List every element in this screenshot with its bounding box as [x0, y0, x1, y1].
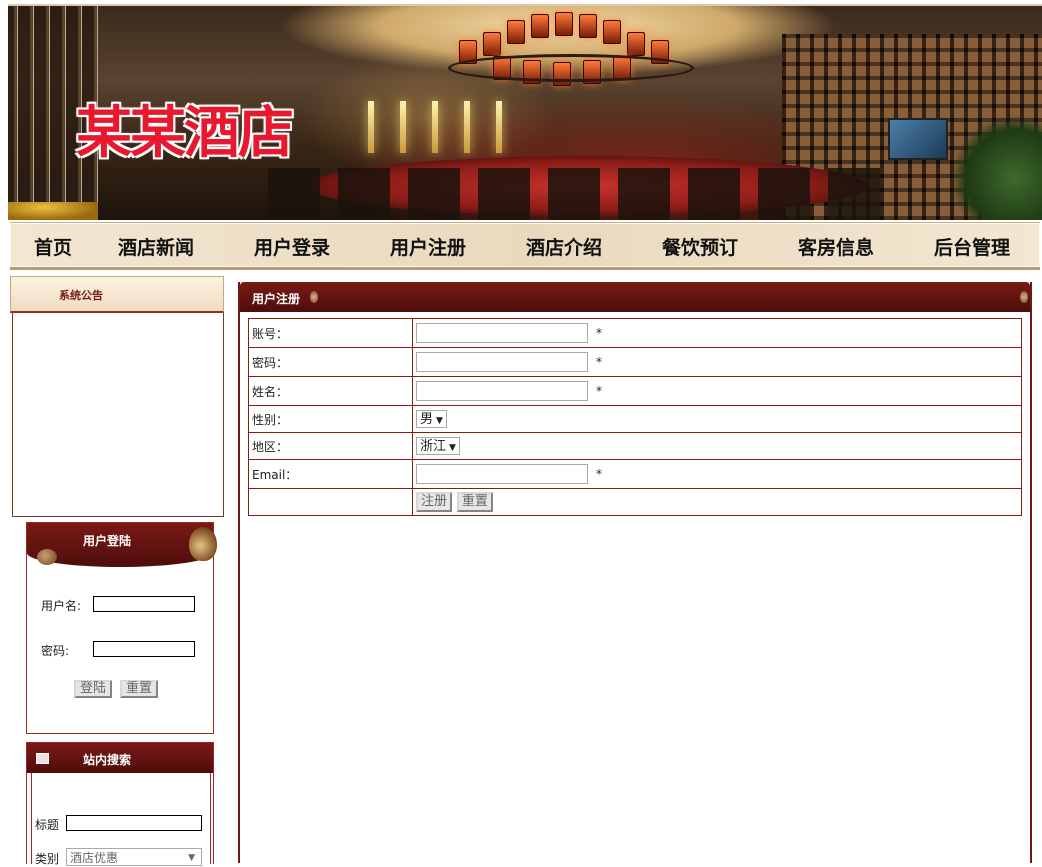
chevron-down-icon: ▼: [188, 853, 195, 863]
form-row-gender: 性别： 男 ▼: [248, 405, 1022, 433]
banner-chairs: [268, 168, 888, 220]
nav-room-info[interactable]: 客房信息: [798, 233, 874, 260]
account-label: 账号：: [248, 318, 413, 348]
notice-body: [12, 313, 224, 517]
acorn-icon: [37, 549, 57, 565]
required-mark: *: [596, 384, 602, 398]
main-nav: 首页 酒店新闻 用户登录 用户注册 酒店介绍 餐饮预订 客房信息 后台管理: [10, 222, 1040, 270]
login-button[interactable]: 登陆: [74, 680, 113, 698]
search-category-select[interactable]: 酒店优惠 ▼: [66, 848, 202, 866]
search-title-label: 标题: [35, 818, 60, 832]
page-frame: 某某酒店 首页 酒店新闻 用户登录 用户注册 酒店介绍 餐饮预订 客房信息 后台…: [8, 4, 1042, 866]
name-input[interactable]: [416, 381, 588, 401]
header-ornament-icon: [310, 291, 318, 303]
nav-hotel-news[interactable]: 酒店新闻: [118, 233, 194, 260]
login-header: 用户登陆: [27, 523, 217, 567]
password-label: 密码：: [248, 347, 413, 377]
register-panel: 用户注册 账号： * 密码： * 姓名： * 性别： 男 ▼ 地区： 浙江 ▼ …: [238, 282, 1032, 863]
gender-label: 性别：: [248, 405, 413, 433]
notice-title: 系统公告: [59, 289, 103, 302]
register-reset-button[interactable]: 重置: [456, 492, 493, 512]
required-mark: *: [596, 467, 602, 481]
banner-tv: [888, 118, 948, 160]
chevron-down-icon: ▼: [449, 443, 456, 453]
hotel-title: 某某酒店: [76, 101, 294, 166]
nav-hotel-intro[interactable]: 酒店介绍: [526, 233, 602, 260]
form-row-account: 账号： *: [248, 318, 1022, 348]
search-header: 站内搜索: [27, 743, 213, 773]
register-header: 用户注册: [240, 282, 1030, 312]
username-label: 用户名:: [41, 599, 82, 613]
email-label: Email：: [248, 459, 413, 489]
login-reset-button[interactable]: 重置: [120, 680, 159, 698]
gender-value: 男: [420, 412, 434, 427]
email-cell: *: [412, 459, 1022, 489]
chevron-down-icon: ▼: [436, 416, 443, 426]
form-row-actions: 注册 重置: [248, 488, 1022, 516]
nav-user-login[interactable]: 用户登录: [254, 233, 330, 260]
nav-user-register[interactable]: 用户注册: [390, 233, 466, 260]
region-label: 地区：: [248, 432, 413, 460]
notice-header: 系统公告: [10, 276, 224, 313]
register-submit-button[interactable]: 注册: [416, 492, 453, 512]
account-cell: *: [412, 318, 1022, 348]
search-title-input[interactable]: [66, 815, 202, 831]
nav-dining-booking[interactable]: 餐饮预订: [662, 233, 738, 260]
name-label: 姓名：: [248, 376, 413, 406]
register-title: 用户注册: [252, 292, 301, 306]
squirrel-icon: [189, 527, 217, 561]
register-form: 账号： * 密码： * 姓名： * 性别： 男 ▼ 地区： 浙江 ▼ Email…: [248, 318, 1022, 516]
gender-select[interactable]: 男 ▼: [416, 410, 447, 428]
form-row-region: 地区： 浙江 ▼: [248, 432, 1022, 460]
region-select[interactable]: 浙江 ▼: [416, 437, 460, 455]
form-row-name: 姓名： *: [248, 376, 1022, 406]
form-row-password: 密码： *: [248, 347, 1022, 377]
window-icon: [36, 753, 49, 764]
gender-cell: 男 ▼: [412, 405, 1022, 433]
required-mark: *: [596, 355, 602, 369]
region-cell: 浙江 ▼: [412, 432, 1022, 460]
header-ornament-icon: [1020, 291, 1028, 303]
search-panel: 站内搜索 标题 类别 酒店优惠 ▼: [26, 742, 214, 866]
password-label: 密码:: [41, 644, 70, 658]
hotel-banner: 某某酒店: [8, 4, 1042, 220]
nav-admin[interactable]: 后台管理: [934, 233, 1010, 260]
password-input[interactable]: [93, 641, 195, 657]
nav-home[interactable]: 首页: [34, 233, 72, 260]
account-input[interactable]: [416, 323, 588, 343]
required-mark: *: [596, 326, 602, 340]
username-input[interactable]: [93, 596, 195, 612]
login-title: 用户登陆: [83, 534, 132, 548]
password-cell: *: [412, 347, 1022, 377]
chandelier-ring: [448, 54, 694, 82]
password-input[interactable]: [416, 352, 588, 372]
actions-cell: 注册 重置: [412, 488, 1022, 516]
actions-label-cell: [248, 488, 413, 516]
search-category-value: 酒店优惠: [70, 851, 119, 865]
region-value: 浙江: [420, 439, 447, 454]
login-panel: 用户登陆 用户名: 密码: 登陆 重置: [26, 522, 217, 734]
banner-plant: [952, 116, 1042, 220]
form-row-email: Email： *: [248, 459, 1022, 489]
banner-flowers: [8, 202, 98, 220]
email-input[interactable]: [416, 464, 588, 484]
search-title: 站内搜索: [83, 753, 132, 767]
name-cell: *: [412, 376, 1022, 406]
